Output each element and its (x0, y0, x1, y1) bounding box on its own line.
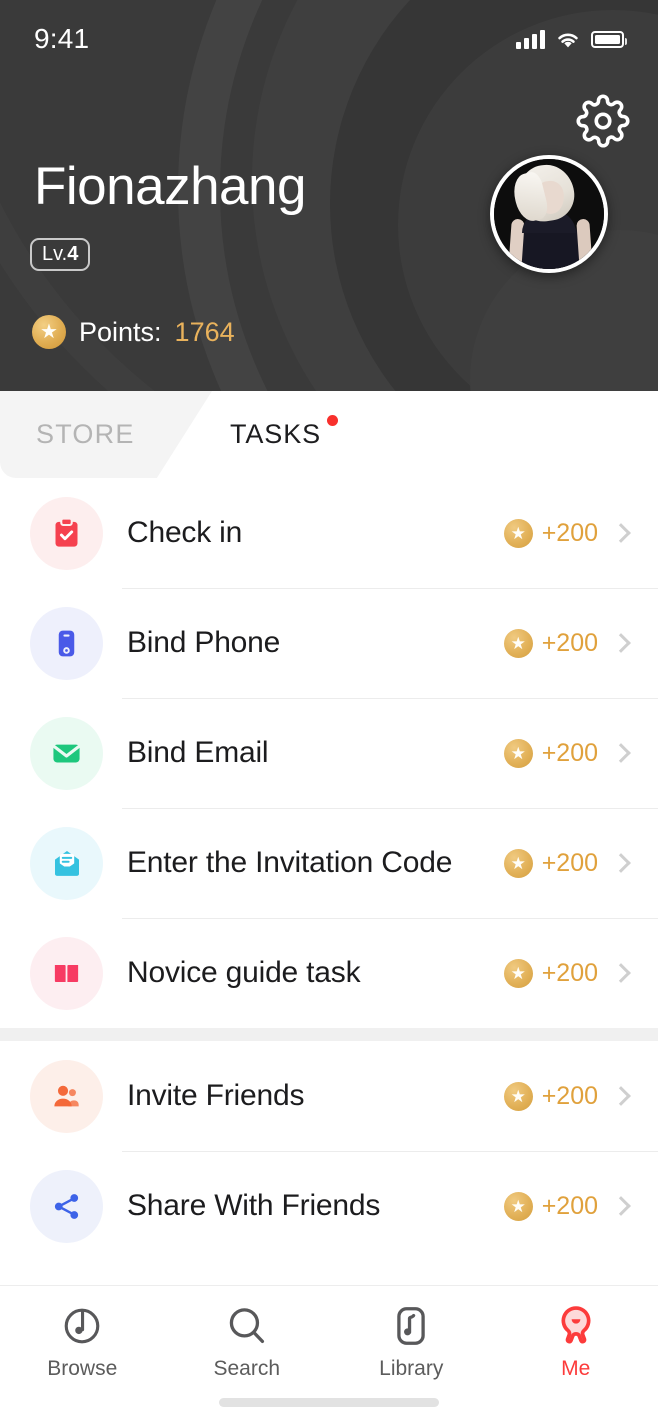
nav-label: Browse (47, 1357, 118, 1380)
cellular-signal-icon (516, 29, 545, 49)
app-screen: 9:41 Fionazhang Lv.4 ★ Points: 1764 STOR… (0, 0, 658, 1425)
task-label: Bind Email (127, 736, 269, 769)
library-note-icon (385, 1300, 437, 1352)
tab-store-label: STORE (36, 419, 135, 449)
task-reward-value: +200 (541, 958, 598, 987)
section-divider (0, 1028, 658, 1041)
task-reward-value: +200 (541, 738, 598, 767)
star-coin-icon: ★ (503, 738, 533, 768)
task-label: Bind Phone (127, 626, 281, 659)
points-label: Points: (79, 316, 162, 347)
task-section-social: Invite Friends ★ +200 Share With Friends… (0, 1041, 658, 1261)
nav-label: Me (561, 1357, 591, 1380)
share-icon (30, 1169, 103, 1243)
task-reward-value: +200 (541, 1191, 598, 1220)
wifi-icon (558, 33, 578, 47)
task-reward: ★ +200 (503, 848, 598, 878)
task-reward: ★ +200 (503, 1081, 598, 1111)
chevron-right-icon (611, 853, 631, 873)
level-value: 4 (67, 243, 79, 265)
task-row[interactable]: Novice guide task ★ +200 (0, 918, 658, 1028)
task-reward: ★ +200 (503, 628, 598, 658)
nav-item-search[interactable]: Search (165, 1300, 330, 1381)
envelope-icon (30, 716, 103, 790)
status-indicators (516, 29, 627, 49)
nav-label: Library (379, 1357, 444, 1380)
phone-icon (30, 606, 103, 680)
nav-item-me[interactable]: Me (494, 1300, 658, 1381)
clipboard-check-icon (30, 496, 103, 570)
people-icon (30, 1059, 103, 1133)
star-coin-icon: ★ (503, 1191, 533, 1221)
task-reward: ★ +200 (503, 738, 598, 768)
task-reward: ★ +200 (503, 518, 598, 548)
battery-icon (591, 30, 627, 48)
search-icon (221, 1300, 273, 1352)
bottom-navigation: Browse Search Library Me (0, 1285, 658, 1425)
star-coin-icon: ★ (503, 958, 533, 988)
tab-bar: STORE TASKS (0, 391, 658, 478)
profile-header: 9:41 Fionazhang Lv.4 ★ Points: 1764 (0, 0, 658, 391)
level-badge: Lv.4 (30, 238, 91, 271)
chevron-right-icon (611, 633, 631, 653)
task-label: Check in (127, 516, 243, 549)
star-coin-icon: ★ (32, 315, 66, 349)
task-row[interactable]: Check in ★ +200 (0, 478, 658, 588)
nav-item-browse[interactable]: Browse (0, 1300, 165, 1381)
task-row[interactable]: Bind Email ★ +200 (0, 698, 658, 808)
star-coin-icon: ★ (503, 628, 533, 658)
task-reward: ★ +200 (503, 958, 598, 988)
task-row[interactable]: Bind Phone ★ +200 (0, 588, 658, 698)
nav-item-library[interactable]: Library (329, 1300, 494, 1381)
tab-tasks[interactable]: TASKS (230, 391, 339, 478)
gear-icon[interactable] (576, 94, 630, 148)
chevron-right-icon (611, 523, 631, 543)
task-row[interactable]: Invite Friends ★ +200 (0, 1041, 658, 1151)
open-book-icon (30, 936, 103, 1010)
chevron-right-icon (611, 1196, 631, 1216)
star-coin-icon: ★ (503, 848, 533, 878)
star-coin-icon: ★ (503, 1081, 533, 1111)
chevron-right-icon (611, 963, 631, 983)
invitation-envelope-icon (30, 826, 103, 900)
status-bar: 9:41 (0, 0, 658, 78)
status-time: 9:41 (34, 23, 90, 54)
tab-tasks-label: TASKS (230, 419, 322, 449)
task-section-primary: Check in ★ +200 Bind Phone ★ +200 Bind E… (0, 478, 658, 1028)
task-label: Invite Friends (127, 1079, 305, 1112)
task-label: Enter the Invitation Code (127, 846, 453, 879)
task-label: Novice guide task (127, 956, 361, 989)
profile-me-icon (550, 1300, 602, 1352)
level-prefix: Lv. (42, 243, 68, 265)
task-row[interactable]: Share With Friends ★ +200 (0, 1151, 658, 1261)
avatar-photo (494, 159, 604, 269)
avatar[interactable] (490, 155, 608, 273)
task-reward-value: +200 (541, 1081, 598, 1110)
task-reward-value: +200 (541, 628, 598, 657)
chevron-right-icon (611, 1086, 631, 1106)
points-value: 1764 (174, 316, 235, 347)
chevron-right-icon (611, 743, 631, 763)
nav-label: Search (213, 1357, 281, 1380)
star-coin-icon: ★ (503, 518, 533, 548)
task-reward-value: +200 (541, 848, 598, 877)
task-row[interactable]: Enter the Invitation Code ★ +200 (0, 808, 658, 918)
page-title: Fionazhang (34, 157, 306, 216)
home-indicator (219, 1398, 439, 1407)
tab-store[interactable]: STORE (0, 391, 212, 478)
points-row[interactable]: ★ Points: 1764 (32, 315, 235, 349)
task-reward-value: +200 (541, 518, 598, 547)
tab-tasks-badge-dot (327, 415, 339, 426)
task-label: Share With Friends (127, 1189, 381, 1222)
task-reward: ★ +200 (503, 1191, 598, 1221)
browse-disc-icon (56, 1300, 108, 1352)
